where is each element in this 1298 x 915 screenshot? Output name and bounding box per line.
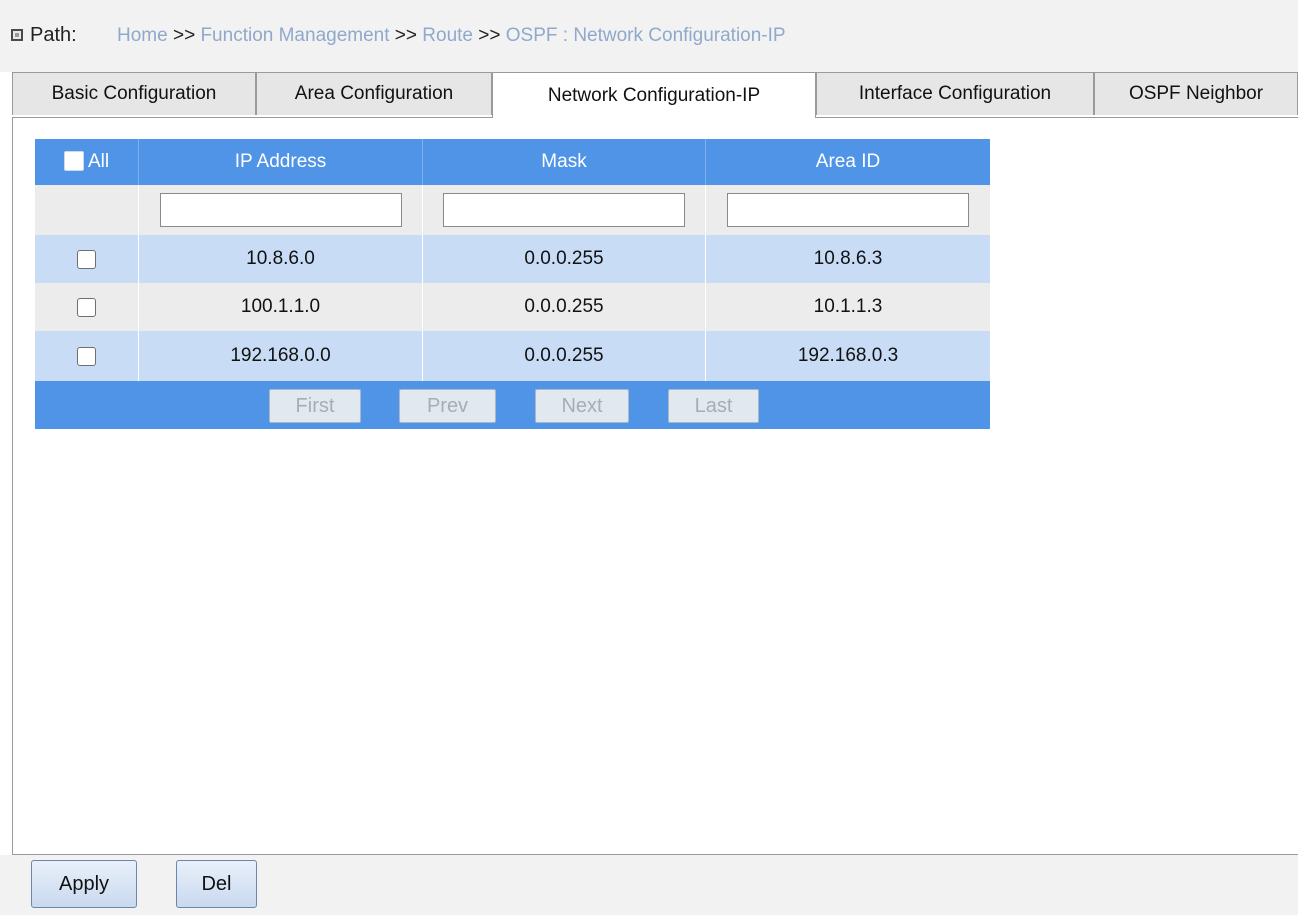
breadcrumb-route[interactable]: Route (422, 25, 473, 46)
row-ip-address: 10.8.6.0 (139, 235, 423, 283)
area-id-filter-input[interactable] (727, 193, 969, 227)
row-area-id: 10.8.6.3 (813, 248, 883, 269)
breadcrumb-current: Network Configuration-IP (573, 25, 786, 46)
last-page-button[interactable]: Last (668, 389, 759, 423)
row-area-id: 10.1.1.3 (813, 296, 883, 317)
filter-empty-cell (35, 185, 139, 235)
apply-button[interactable]: Apply (31, 860, 137, 908)
filter-area-cell (706, 185, 990, 235)
header-ip-address: IP Address (139, 139, 423, 185)
tab-area-configuration[interactable]: Area Configuration (256, 72, 492, 115)
tab-basic-configuration[interactable]: Basic Configuration (12, 72, 256, 115)
action-bar: Apply Del (0, 855, 1298, 915)
next-page-button[interactable]: Next (535, 389, 629, 423)
tab-interface-configuration[interactable]: Interface Configuration (816, 72, 1094, 115)
tab-bar: Basic Configuration Area Configuration N… (0, 72, 1298, 118)
table-row[interactable]: 10.8.6.0 0.0.0.255 10.8.6.3 (35, 235, 990, 283)
select-all-checkbox[interactable] (63, 151, 84, 171)
row-checkbox[interactable] (77, 346, 96, 366)
table-row[interactable]: 100.1.1.0 0.0.0.255 10.1.1.3 (35, 283, 990, 331)
row-mask: 0.0.0.255 (423, 235, 706, 283)
breadcrumb-separator: >> (478, 25, 506, 46)
ip-address-filter-input[interactable] (159, 193, 402, 227)
row-checkbox[interactable] (77, 249, 96, 269)
path-bar: Path: Home >> Function Management >> Rou… (0, 0, 1298, 72)
breadcrumb-colon: : (562, 25, 574, 46)
header-select-all: All (35, 139, 139, 185)
breadcrumb-separator: >> (172, 25, 201, 46)
header-mask: Mask (423, 139, 706, 185)
row-ip-address: 192.168.0.0 (139, 331, 423, 381)
filter-mask-cell (423, 185, 706, 235)
breadcrumb-function-management[interactable]: Function Management (200, 25, 389, 46)
prev-page-button[interactable]: Prev (399, 389, 496, 423)
pager-bar: First Prev Next Last (35, 381, 990, 429)
breadcrumb-home[interactable]: Home (117, 25, 168, 46)
header-area-id: Area ID (815, 151, 881, 172)
row-checkbox[interactable] (77, 297, 96, 317)
filter-row (35, 185, 990, 235)
row-ip-address: 100.1.1.0 (139, 283, 423, 331)
row-select-cell (35, 235, 139, 283)
breadcrumb-separator: >> (394, 25, 423, 46)
row-mask: 0.0.0.255 (423, 283, 706, 331)
select-all-label: All (87, 151, 110, 172)
tab-ospf-neighbor[interactable]: OSPF Neighbor (1094, 72, 1298, 115)
table-row[interactable]: 192.168.0.0 0.0.0.255 192.168.0.3 (35, 331, 990, 381)
row-select-cell (35, 283, 139, 331)
row-mask: 0.0.0.255 (423, 331, 706, 381)
filter-ip-cell (139, 185, 423, 235)
tab-network-configuration-ip[interactable]: Network Configuration-IP (492, 72, 816, 118)
breadcrumb: Home >> Function Management >> Route >> … (117, 25, 786, 47)
row-area-id: 192.168.0.3 (797, 345, 899, 366)
path-label: Path: (30, 24, 77, 46)
breadcrumb-ospf[interactable]: OSPF (506, 25, 558, 46)
row-select-cell (35, 331, 139, 381)
path-square-icon (11, 29, 23, 41)
table-header: All IP Address Mask Area ID (35, 139, 990, 185)
first-page-button[interactable]: First (269, 389, 361, 423)
mask-filter-input[interactable] (443, 193, 685, 227)
del-button[interactable]: Del (176, 860, 257, 908)
